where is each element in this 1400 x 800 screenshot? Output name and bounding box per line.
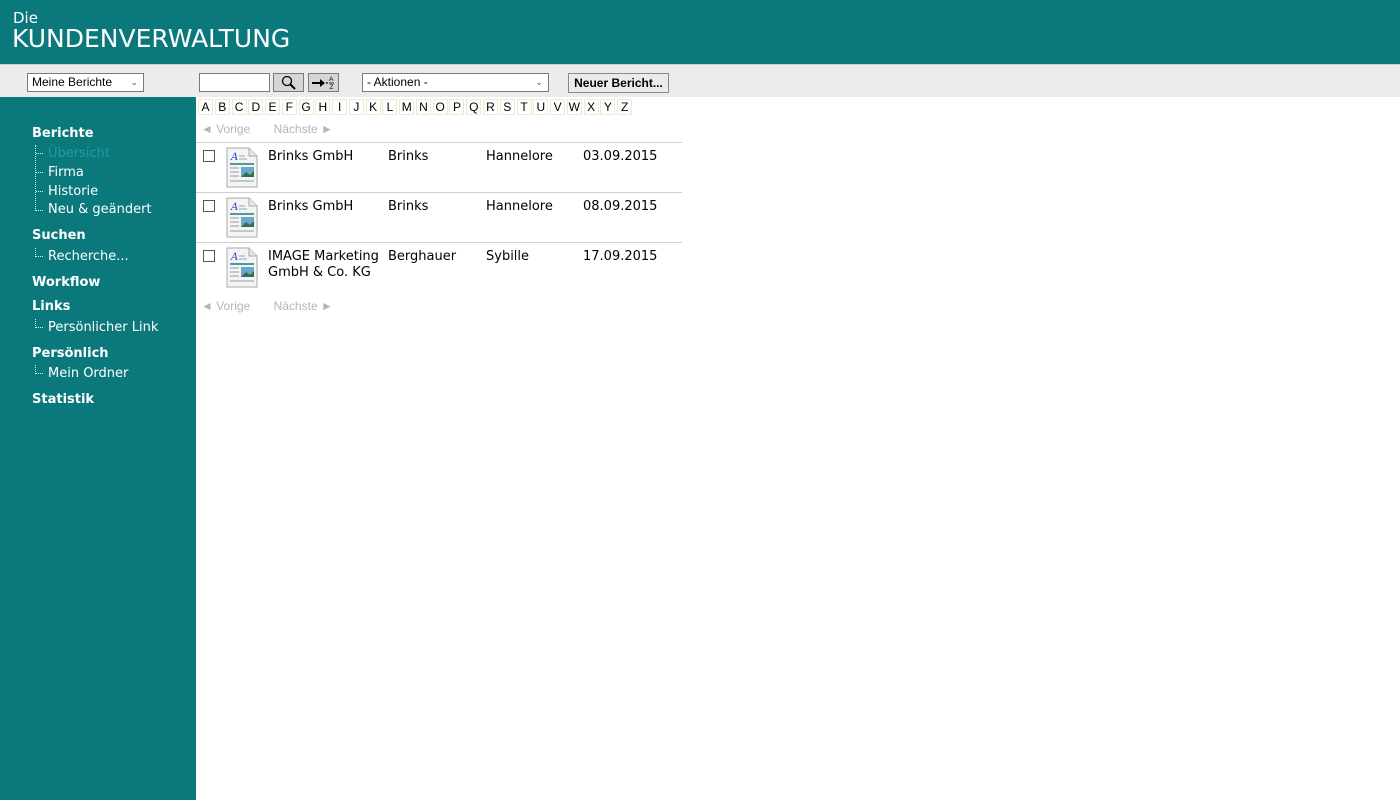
report-row[interactable]: A IMAGE Marketing GmbH & Co. KG Berghaue… — [196, 242, 682, 292]
date-cell: 03.09.2015 — [583, 149, 658, 164]
tree-line — [35, 145, 36, 211]
svg-text:A: A — [230, 152, 238, 163]
new-report-button[interactable]: Neuer Bericht... — [568, 73, 669, 93]
logo-title[interactable]: KUNDENVERWALTUNG — [12, 24, 290, 53]
row-checkbox[interactable] — [203, 150, 215, 162]
report-type-select-value: Meine Berichte — [32, 75, 113, 89]
nav-group-suchen[interactable]: Suchen — [32, 228, 86, 243]
first-name-cell: Hannelore — [486, 149, 553, 164]
search-button[interactable] — [273, 73, 304, 92]
last-name-cell: Brinks — [388, 149, 429, 164]
nav-group-workflow[interactable]: Workflow — [32, 275, 100, 290]
alphabet-letter-o[interactable]: O — [432, 99, 448, 115]
alphabet-letter-u[interactable]: U — [533, 99, 549, 115]
alphabet-letter-s[interactable]: S — [499, 99, 515, 115]
tree-branch — [36, 153, 43, 154]
tree-branch — [36, 172, 43, 173]
alphabet-letter-n[interactable]: N — [415, 99, 431, 115]
svg-text:A: A — [230, 252, 238, 263]
alphabet-letter-w[interactable]: W — [566, 99, 582, 115]
magnifier-icon — [281, 75, 296, 90]
alphabet-filter: ABCDEFGHIJKLMNOPQRSTUVWXYZ — [198, 99, 634, 115]
sort-a-z-icon: A Z — [311, 76, 334, 90]
alphabet-letter-k[interactable]: K — [365, 99, 381, 115]
svg-text:A: A — [230, 202, 238, 213]
search-input[interactable] — [199, 73, 270, 92]
nav-group-statistik[interactable]: Statistik — [32, 392, 94, 407]
alphabet-letter-p[interactable]: P — [449, 99, 465, 115]
alphabet-letter-a[interactable]: A — [198, 99, 213, 115]
tree-branch — [36, 373, 43, 374]
nav-item-uebersicht[interactable]: Übersicht — [48, 146, 110, 161]
first-name-cell: Sybille — [486, 249, 530, 264]
row-checkbox[interactable] — [203, 200, 215, 212]
alphabet-letter-e[interactable]: E — [265, 99, 281, 115]
company-cell[interactable]: Brinks GmbH — [268, 199, 383, 215]
report-list: A Brinks GmbH Brinks Hannelore 03.09.201… — [196, 142, 682, 292]
next-page-link[interactable]: Nächste ► — [274, 299, 333, 313]
alphabet-letter-h[interactable]: H — [315, 99, 331, 115]
tree-branch — [36, 210, 43, 211]
nav-item-recherche[interactable]: Recherche... — [48, 249, 129, 264]
alphabet-letter-i[interactable]: I — [332, 99, 348, 115]
alphabet-letter-y[interactable]: Y — [600, 99, 616, 115]
alphabet-letter-l[interactable]: L — [382, 99, 398, 115]
tree-branch — [36, 256, 43, 257]
report-row[interactable]: A Brinks GmbH Brinks Hannelore 08.09.201… — [196, 192, 682, 242]
alphabet-letter-q[interactable]: Q — [466, 99, 482, 115]
actions-select[interactable]: - Aktionen - ⌄ — [362, 73, 549, 92]
first-name-cell: Hannelore — [486, 199, 553, 214]
sort-button[interactable]: A Z — [308, 73, 339, 92]
nav-group-links[interactable]: Links — [32, 299, 70, 314]
report-row[interactable]: A Brinks GmbH Brinks Hannelore 03.09.201… — [196, 142, 682, 192]
tree-branch — [36, 191, 43, 192]
alphabet-letter-x[interactable]: X — [583, 99, 599, 115]
alphabet-letter-c[interactable]: C — [231, 99, 247, 115]
chevron-down-icon: ⌄ — [535, 77, 543, 87]
toolbar: Meine Berichte ⌄ A Z - Aktionen - ⌄ Neue… — [0, 64, 1400, 97]
pager-bottom: ◄ Vorige Nächste ► — [201, 299, 353, 313]
nav-item-persoenlicher-link[interactable]: Persönlicher Link — [48, 320, 158, 335]
tree-branch — [36, 327, 43, 328]
alphabet-letter-r[interactable]: R — [483, 99, 499, 115]
sidebar: Berichte Übersicht Firma Historie Neu & … — [0, 97, 196, 800]
alphabet-letter-m[interactable]: M — [399, 99, 415, 115]
svg-text:A: A — [329, 76, 334, 83]
last-name-cell: Brinks — [388, 199, 429, 214]
document-icon[interactable]: A — [226, 147, 258, 188]
alphabet-letter-g[interactable]: G — [298, 99, 314, 115]
actions-select-value: - Aktionen - — [367, 75, 428, 89]
date-cell: 17.09.2015 — [583, 249, 658, 264]
alphabet-letter-v[interactable]: V — [550, 99, 566, 115]
date-cell: 08.09.2015 — [583, 199, 658, 214]
document-icon[interactable]: A — [226, 247, 258, 288]
prev-page-link[interactable]: ◄ Vorige — [201, 299, 250, 313]
company-cell[interactable]: IMAGE Marketing GmbH & Co. KG — [268, 249, 383, 281]
last-name-cell: Berghauer — [388, 249, 457, 264]
chevron-down-icon: ⌄ — [130, 77, 138, 87]
alphabet-letter-j[interactable]: J — [348, 99, 364, 115]
nav-item-mein-ordner[interactable]: Mein Ordner — [48, 366, 128, 381]
alphabet-letter-t[interactable]: T — [516, 99, 532, 115]
document-icon[interactable]: A — [226, 197, 258, 238]
next-page-link[interactable]: Nächste ► — [274, 122, 333, 136]
alphabet-letter-d[interactable]: D — [248, 99, 264, 115]
nav-item-firma[interactable]: Firma — [48, 165, 84, 180]
alphabet-letter-b[interactable]: B — [214, 99, 230, 115]
report-type-select[interactable]: Meine Berichte ⌄ — [27, 73, 144, 92]
nav-group-persoenlich[interactable]: Persönlich — [32, 346, 109, 361]
nav-item-neu-geaendert[interactable]: Neu & geändert — [48, 202, 152, 217]
alphabet-letter-f[interactable]: F — [281, 99, 297, 115]
prev-page-link[interactable]: ◄ Vorige — [201, 122, 250, 136]
alphabet-letter-z[interactable]: Z — [617, 99, 633, 115]
nav-group-berichte[interactable]: Berichte — [32, 126, 94, 141]
company-cell[interactable]: Brinks GmbH — [268, 149, 383, 165]
row-checkbox[interactable] — [203, 250, 215, 262]
header: Die KUNDENVERWALTUNG — [0, 0, 1400, 64]
svg-text:Z: Z — [329, 84, 333, 90]
pager-top: ◄ Vorige Nächste ► — [201, 122, 353, 136]
nav-item-historie[interactable]: Historie — [48, 184, 98, 199]
